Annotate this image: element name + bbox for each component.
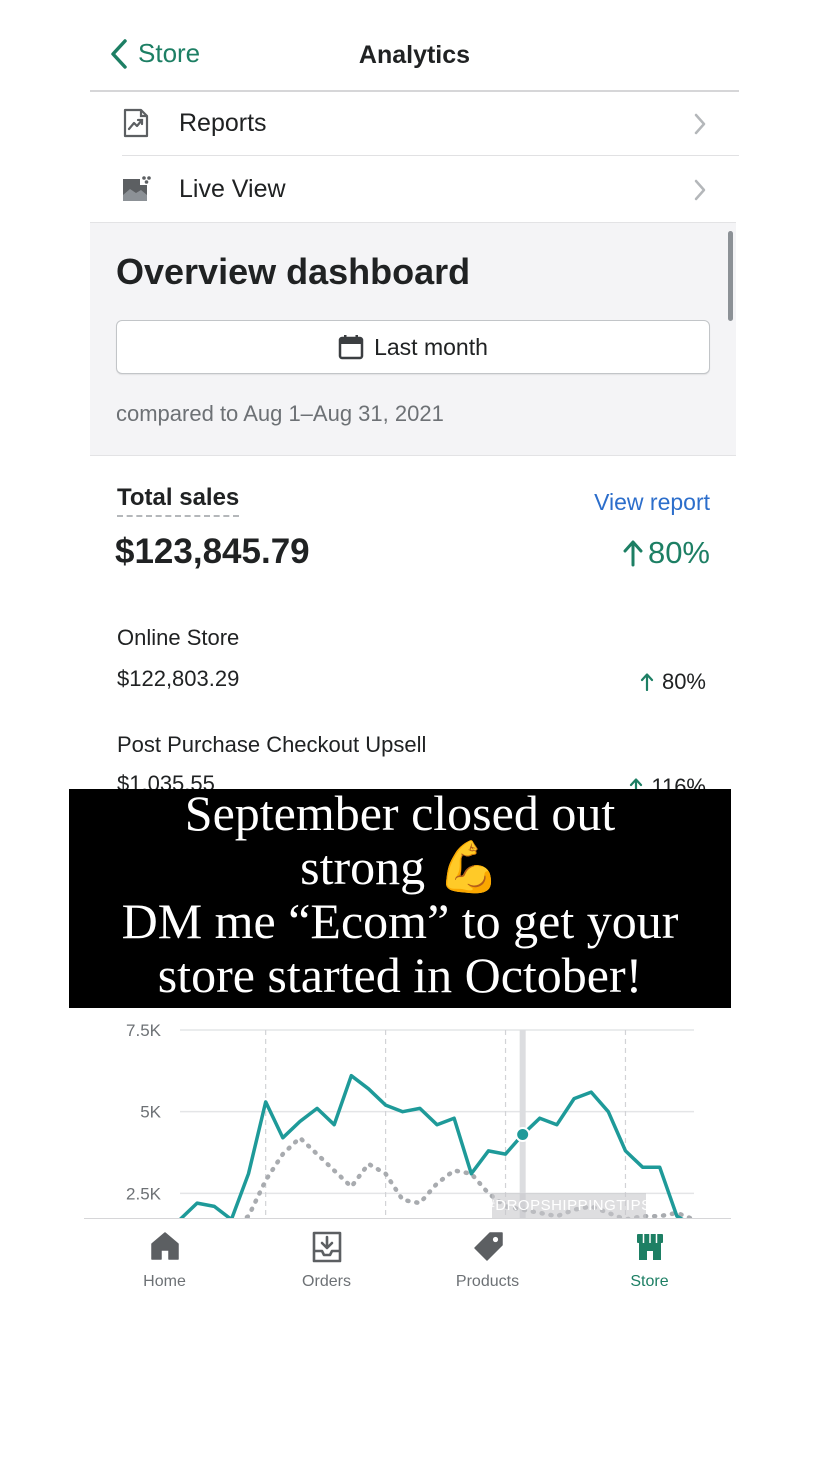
total-sales-value: $123,845.79: [115, 532, 310, 571]
page-title: Analytics: [358, 41, 471, 69]
tab-orders[interactable]: Orders: [246, 1219, 407, 1309]
overlay-line: September closed out: [184, 785, 616, 841]
overlay-line: strong 💪: [300, 839, 500, 895]
orders-icon: [312, 1231, 341, 1263]
products-icon: [473, 1232, 503, 1261]
change-value: 80%: [661, 669, 706, 694]
arrow-up-icon: [623, 540, 643, 567]
story-text-overlay: September closed out strong 💪 DM me “Eco…: [69, 785, 731, 1008]
menu-item-reports[interactable]: Reports: [90, 90, 739, 156]
overlay-line: store started in October!: [157, 947, 643, 1003]
menu-item-live-view[interactable]: Live View: [90, 156, 739, 222]
tab-label: Products: [455, 1273, 520, 1290]
tab-label: Home: [143, 1273, 186, 1290]
tab-store[interactable]: Store: [569, 1219, 730, 1309]
tab-home[interactable]: Home: [84, 1219, 245, 1309]
overlay-line: DM me “Ecom” to get your: [121, 893, 679, 949]
tab-label: Orders: [302, 1273, 351, 1290]
scrollbar[interactable]: [728, 231, 733, 321]
reports-icon: [123, 108, 149, 138]
change-value: 80%: [647, 535, 710, 570]
total-sales-label[interactable]: Total sales: [117, 484, 240, 517]
chevron-right-icon: [694, 179, 706, 201]
channel-name: Post Purchase Checkout Upsell: [117, 732, 427, 757]
watermark: #DROPSHIPPINGTIPS: [486, 1193, 651, 1218]
chevron-right-icon: [694, 113, 706, 135]
arrow-up-icon: [640, 673, 654, 691]
view-report-link[interactable]: View report: [594, 489, 710, 516]
menu-item-label: Live View: [179, 174, 286, 203]
channel-value: $122,803.29: [117, 666, 240, 691]
nav-bar: Store Analytics: [90, 20, 739, 92]
tab-bar: Home Orders Products Store: [84, 1218, 731, 1309]
live-view-icon: [123, 176, 151, 201]
menu-item-label: Reports: [179, 108, 267, 137]
total-sales-change: 80%: [622, 535, 710, 571]
date-range-label: Last month: [374, 333, 488, 360]
channel-name: Online Store: [117, 625, 240, 650]
home-icon: [150, 1232, 179, 1260]
overview-section: Overview dashboard Last month compared t…: [90, 222, 736, 456]
channel-change: 80%: [640, 669, 706, 695]
date-range-button[interactable]: Last month: [116, 320, 710, 374]
app-screen: Store Analytics Reports Live View Overvi…: [90, 20, 739, 1325]
tab-products[interactable]: Products: [407, 1219, 568, 1309]
calendar-icon: [338, 335, 364, 360]
tab-label: Store: [630, 1273, 669, 1290]
comparison-text: compared to Aug 1–Aug 31, 2021: [116, 401, 444, 426]
overview-title: Overview dashboard: [116, 251, 471, 292]
store-icon: [636, 1234, 663, 1260]
